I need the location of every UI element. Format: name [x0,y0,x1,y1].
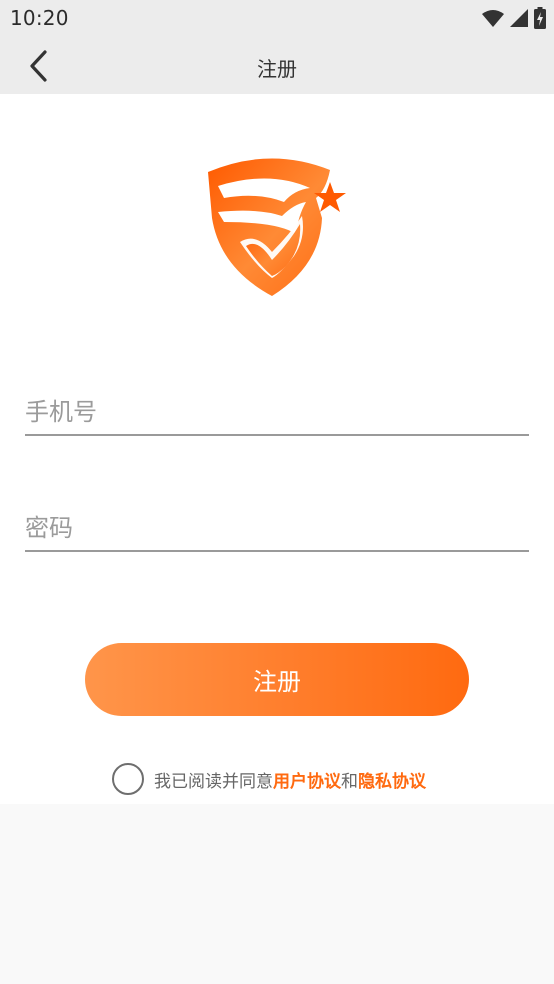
password-field [25,506,529,552]
shield-star-logo [208,158,346,296]
agreement-prefix: 我已阅读并同意 [154,771,273,792]
register-form-area: 注册 我已阅读并同意 用户协议 和 隐私协议 [0,94,554,804]
battery-charging-icon [534,7,546,29]
agreement-row: 我已阅读并同意 用户协议 和 隐私协议 [112,763,426,795]
agreement-conjunction: 和 [341,771,358,792]
wifi-icon [482,10,504,27]
status-bar: 10:20 [0,0,554,38]
phone-field [25,390,529,436]
app-bar: 注册 [0,38,554,94]
agree-checkbox[interactable] [112,763,144,795]
password-input[interactable] [25,506,529,550]
user-agreement-link[interactable]: 用户协议 [273,767,341,792]
status-icons [482,6,546,30]
privacy-policy-link[interactable]: 隐私协议 [358,767,426,792]
phone-input[interactable] [25,390,529,434]
cellular-signal-icon [510,9,528,27]
status-time: 10:20 [10,6,69,30]
page-title: 注册 [257,57,297,81]
register-button[interactable]: 注册 [85,643,469,716]
